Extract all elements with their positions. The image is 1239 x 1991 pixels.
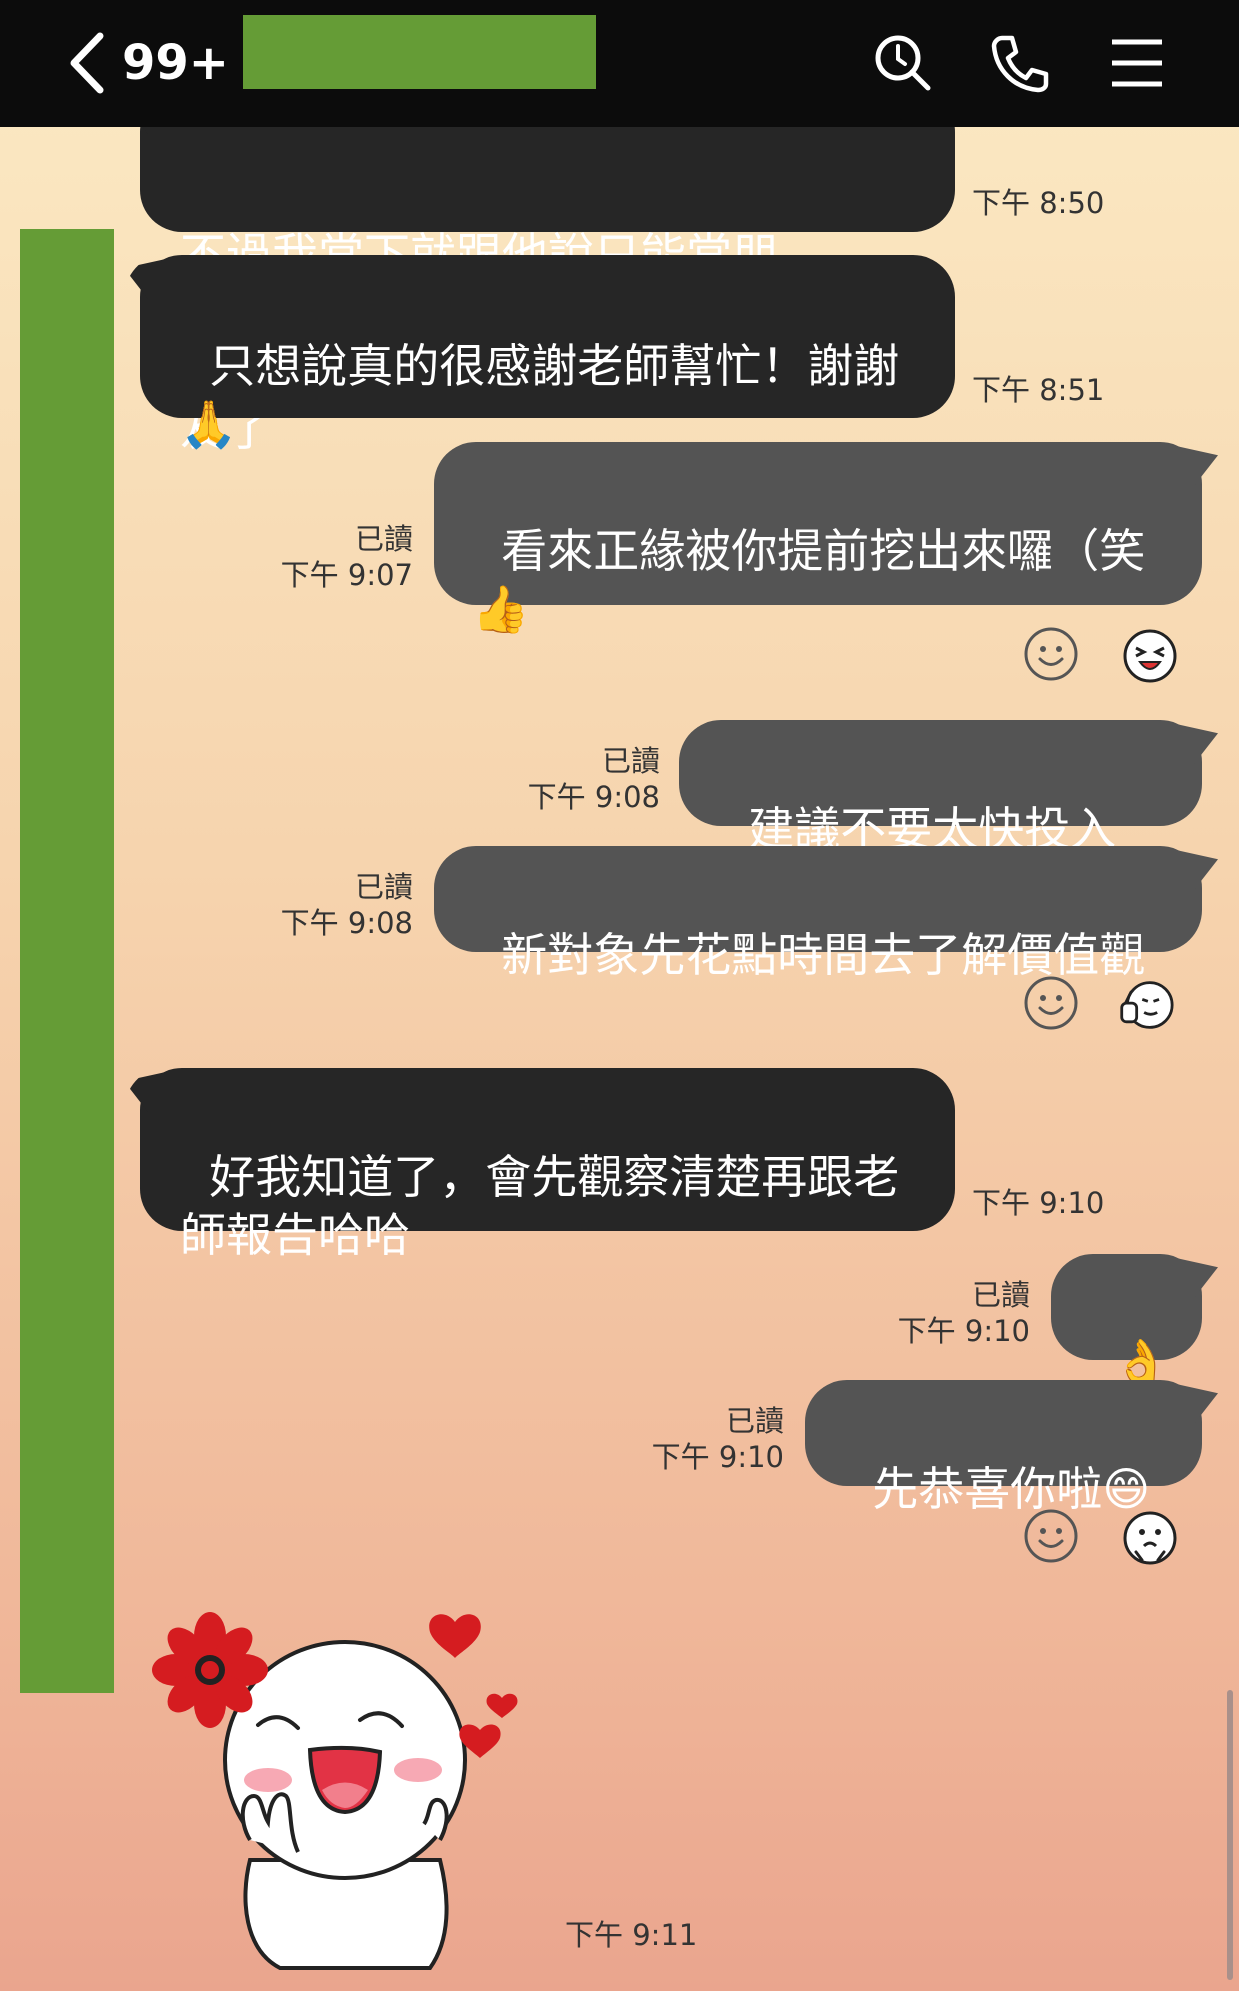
message-text: 好我知道了，會先觀察清楚再跟老 師報告哈哈 [180, 1150, 900, 1262]
avatar-redaction-bar [20, 229, 114, 1693]
message-bubble-outgoing[interactable]: 新對象先花點時間去了解價值觀 [434, 846, 1202, 982]
message-bubble-outgoing[interactable]: 建議不要太快投入嘿 [679, 720, 1202, 914]
search-icon[interactable] [872, 32, 934, 94]
read-receipt: 已讀 [354, 870, 413, 904]
message-time: 下午 8:50 [972, 186, 1105, 220]
message-bubble-incoming[interactable]: 好我知道了，會先觀察清楚再跟老 師報告哈哈 [140, 1068, 955, 1262]
add-reaction-smile-icon[interactable] [1023, 626, 1079, 682]
happy-flower-sticker[interactable] [150, 1600, 530, 1970]
read-receipt: 已讀 [725, 1404, 784, 1438]
message-time: 下午 9:10 [972, 1186, 1105, 1220]
message-bubble-outgoing[interactable]: 先恭喜你啦😄 [805, 1380, 1202, 1516]
add-reaction-smile-icon[interactable] [1023, 975, 1079, 1031]
contact-name-redacted [243, 15, 596, 89]
message-time: 下午 9:08 [280, 906, 413, 940]
message-time: 下午 8:51 [972, 373, 1105, 407]
back-icon[interactable] [64, 30, 110, 96]
message-bubble-outgoing[interactable]: 👌 [1051, 1254, 1202, 1390]
message-bubble-outgoing[interactable]: 看來正緣被你提前挖出來囉（笑 👍 [434, 442, 1202, 636]
message-time: 下午 9:10 [897, 1314, 1030, 1348]
read-receipt: 已讀 [971, 1278, 1030, 1312]
message-bubble-incoming[interactable]: 只想說真的很感謝老師幫忙！謝謝 🙏 [140, 255, 955, 451]
message-time: 下午 9:07 [280, 558, 413, 592]
add-reaction-smile-icon[interactable] [1023, 1508, 1079, 1564]
read-receipt: 已讀 [601, 744, 660, 778]
message-text: 看來正緣被你提前挖出來囉（笑 👍 [472, 524, 1146, 636]
thumbs-up-face-reaction-icon[interactable] [1118, 977, 1174, 1033]
message-text: 新對象先花點時間去了解價值觀 [501, 928, 1146, 982]
chat-header: 99+ [0, 0, 1239, 127]
menu-icon[interactable] [1108, 32, 1170, 94]
message-time: 下午 9:11 [565, 1918, 698, 1952]
scrollbar-thumb[interactable] [1227, 1690, 1233, 1980]
message-time: 下午 9:10 [651, 1440, 784, 1474]
crying-face-reaction-icon[interactable] [1122, 1510, 1178, 1566]
message-text: 先恭喜你啦😄 [872, 1462, 1151, 1516]
message-time: 下午 9:08 [527, 780, 660, 814]
phone-icon[interactable] [988, 32, 1050, 94]
read-receipt: 已讀 [354, 522, 413, 556]
laughing-face-reaction-icon[interactable] [1122, 628, 1178, 684]
unread-count[interactable]: 99+ [122, 30, 229, 96]
